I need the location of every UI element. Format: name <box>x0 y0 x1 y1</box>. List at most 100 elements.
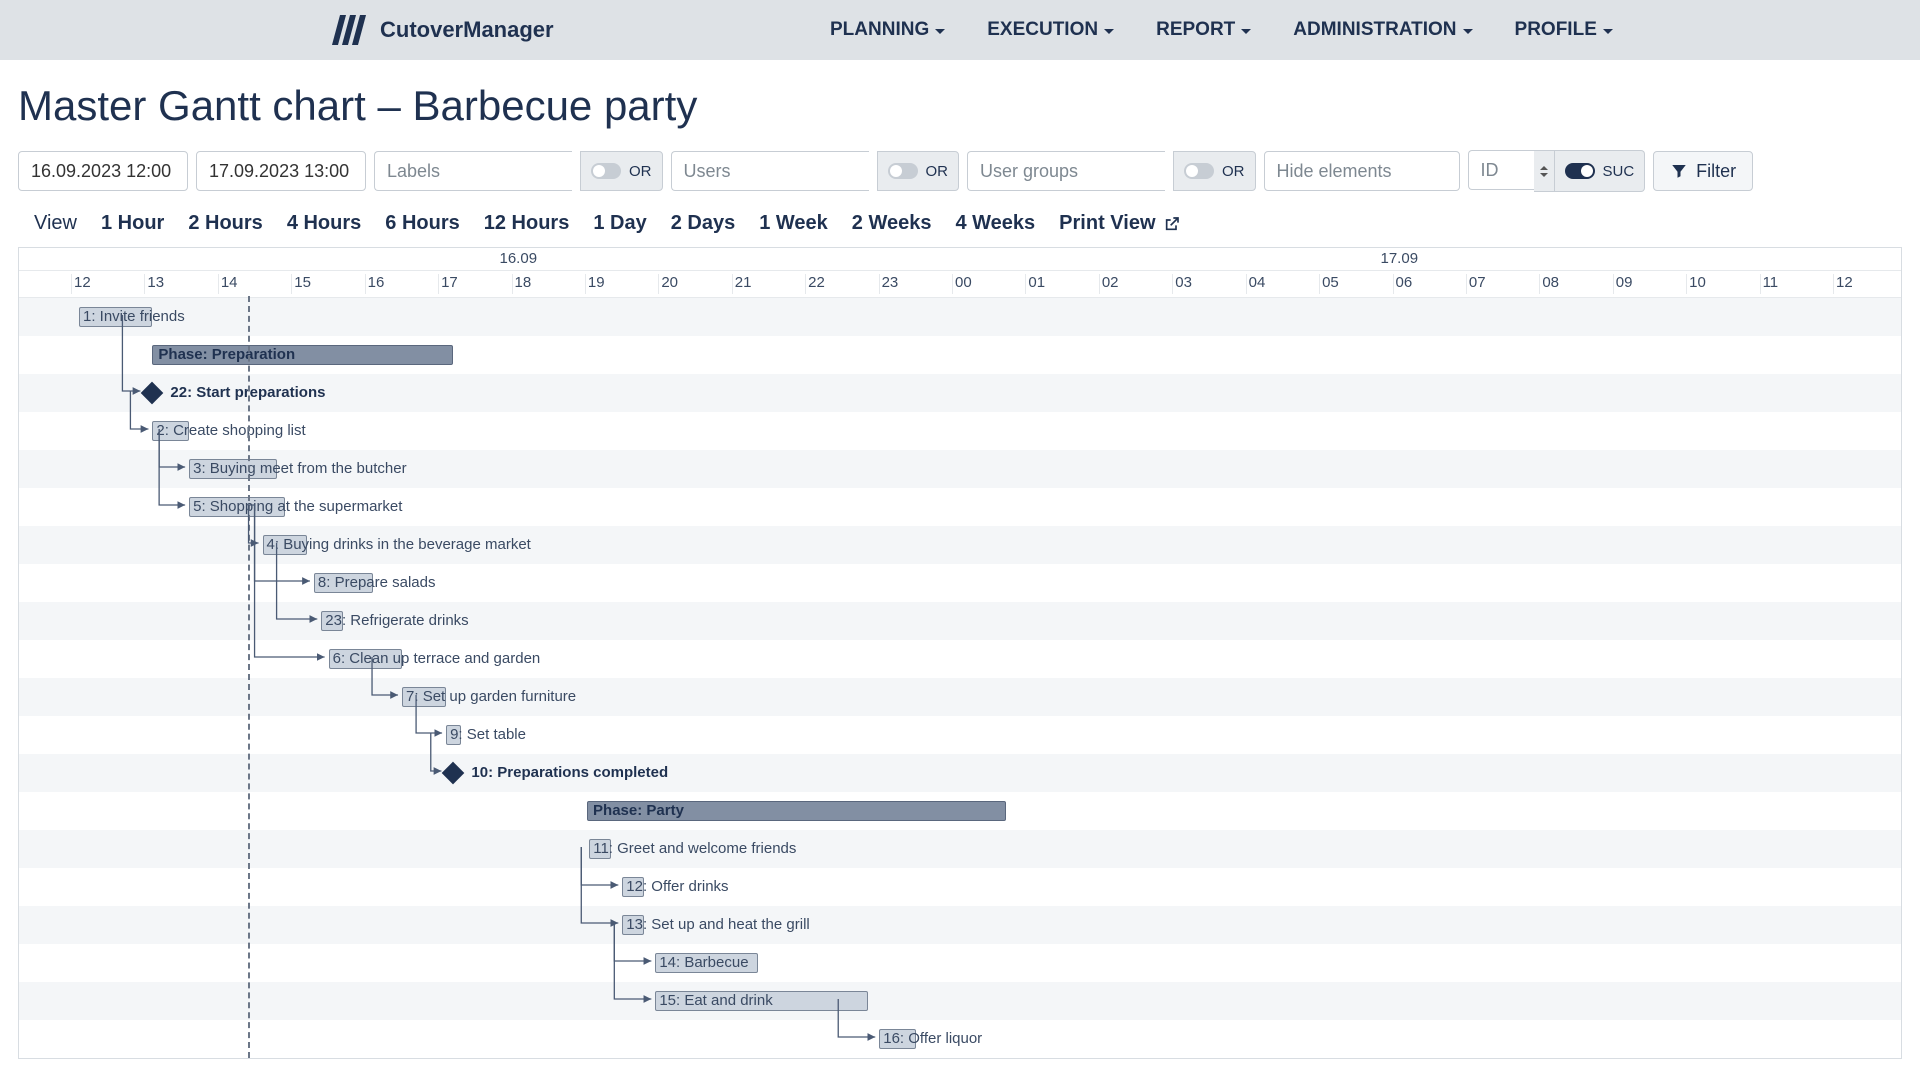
nav-planning[interactable]: PLANNING <box>816 11 959 49</box>
hour-label: 05 <box>1319 274 1339 294</box>
filter-button[interactable]: Filter <box>1653 151 1753 191</box>
nav-administration[interactable]: ADMINISTRATION <box>1279 11 1486 49</box>
filter-bar: OR OR OR SUC Filter <box>0 140 1920 202</box>
gantt-chart[interactable]: 16.0917.09 12131415161718192021222300010… <box>18 247 1902 1059</box>
task-label: 5: Shopping at the supermarket <box>193 498 402 515</box>
hour-label: 04 <box>1246 274 1266 294</box>
hour-label: 12 <box>1833 274 1853 294</box>
hour-label: 02 <box>1099 274 1119 294</box>
gantt-row[interactable]: 9: Set table <box>19 716 1901 754</box>
task-label: 4: Buying drinks in the beverage market <box>267 536 531 553</box>
milestone-icon[interactable] <box>442 762 465 785</box>
hour-label: 15 <box>291 274 311 294</box>
nav-profile[interactable]: PROFILE <box>1501 11 1627 49</box>
groups-or-toggle[interactable]: OR <box>1173 151 1256 191</box>
external-link-icon <box>1164 216 1180 232</box>
gantt-row[interactable]: 16: Offer liquor <box>19 1020 1901 1058</box>
zoom-1h[interactable]: 1 Hour <box>101 212 164 235</box>
gantt-row[interactable]: 13: Set up and heat the grill <box>19 906 1901 944</box>
task-label: 1: Invite friends <box>83 308 185 325</box>
zoom-2w[interactable]: 2 Weeks <box>852 212 932 235</box>
task-label: 6: Clean up terrace and garden <box>333 650 541 667</box>
task-label: 10: Preparations completed <box>471 764 668 781</box>
hide-elements-input[interactable] <box>1264 151 1460 191</box>
chevron-down-icon <box>1463 29 1473 34</box>
task-label: 15: Eat and drink <box>659 992 772 1009</box>
chevron-down-icon <box>1603 29 1613 34</box>
groups-input[interactable] <box>967 151 1165 191</box>
task-label: 7: Set up garden furniture <box>406 688 576 705</box>
task-label: Phase: Party <box>589 802 684 819</box>
gantt-row[interactable]: 22: Start preparations <box>19 374 1901 412</box>
view-bar: View 1 Hour 2 Hours 4 Hours 6 Hours 12 H… <box>0 202 1920 247</box>
top-navbar: CutoverManager PLANNING EXECUTION REPORT… <box>0 0 1920 60</box>
gantt-row[interactable]: 3: Buying meet from the butcher <box>19 450 1901 488</box>
task-label: 11: Greet and welcome friends <box>593 840 796 857</box>
zoom-6h[interactable]: 6 Hours <box>385 212 459 235</box>
nav-report[interactable]: REPORT <box>1142 11 1265 49</box>
nav-execution[interactable]: EXECUTION <box>973 11 1128 49</box>
gantt-row[interactable]: 15: Eat and drink <box>19 982 1901 1020</box>
toggle-icon <box>591 163 621 179</box>
gantt-row[interactable]: 23: Refrigerate drinks <box>19 602 1901 640</box>
gantt-row[interactable]: 8: Prepare salads <box>19 564 1901 602</box>
users-input[interactable] <box>671 151 869 191</box>
hour-label: 03 <box>1172 274 1192 294</box>
task-label: Phase: Preparation <box>154 346 295 363</box>
brand[interactable]: CutoverManager <box>336 13 816 47</box>
gantt-row[interactable]: Phase: Party <box>19 792 1901 830</box>
chevron-down-icon <box>1540 173 1548 177</box>
gantt-row[interactable]: 4: Buying drinks in the beverage market <box>19 526 1901 564</box>
task-label: 13: Set up and heat the grill <box>626 916 809 933</box>
gantt-row[interactable]: 6: Clean up terrace and garden <box>19 640 1901 678</box>
gantt-row[interactable]: 2: Create shopping list <box>19 412 1901 450</box>
milestone-icon[interactable] <box>141 382 164 405</box>
gantt-row[interactable]: 11: Greet and welcome friends <box>19 830 1901 868</box>
labels-input[interactable] <box>374 151 572 191</box>
start-date-input[interactable] <box>18 151 188 191</box>
hour-label: 10 <box>1686 274 1706 294</box>
gantt-row[interactable]: 12: Offer drinks <box>19 868 1901 906</box>
zoom-1d[interactable]: 1 Day <box>593 212 646 235</box>
task-label: 9: Set table <box>450 726 526 743</box>
hour-label: 08 <box>1539 274 1559 294</box>
zoom-12h[interactable]: 12 Hours <box>484 212 570 235</box>
hour-label: 01 <box>1025 274 1045 294</box>
print-view[interactable]: Print View <box>1059 212 1179 235</box>
page-title: Master Gantt chart – Barbecue party <box>0 60 1920 140</box>
labels-or-toggle[interactable]: OR <box>580 151 663 191</box>
toggle-icon <box>1184 163 1214 179</box>
suc-toggle[interactable]: SUC <box>1555 150 1646 192</box>
task-label: 2: Create shopping list <box>156 422 305 439</box>
toggle-icon <box>888 163 918 179</box>
zoom-1w[interactable]: 1 Week <box>759 212 828 235</box>
logo-icon <box>331 13 374 47</box>
task-label: 8: Prepare salads <box>318 574 436 591</box>
chevron-down-icon <box>1104 29 1114 34</box>
gantt-row[interactable]: 5: Shopping at the supermarket <box>19 488 1901 526</box>
zoom-2h[interactable]: 2 Hours <box>188 212 262 235</box>
zoom-4w[interactable]: 4 Weeks <box>955 212 1035 235</box>
hour-label: 22 <box>805 274 825 294</box>
gantt-row[interactable]: 1: Invite friends <box>19 298 1901 336</box>
users-or-toggle[interactable]: OR <box>877 151 960 191</box>
now-indicator <box>248 296 250 1058</box>
gantt-row[interactable]: Phase: Preparation <box>19 336 1901 374</box>
hour-label: 19 <box>585 274 605 294</box>
view-label: View <box>34 212 77 235</box>
id-stepper[interactable] <box>1534 150 1555 192</box>
hour-label: 07 <box>1466 274 1486 294</box>
task-label: 14: Barbecue <box>659 954 748 971</box>
hour-label: 16 <box>365 274 385 294</box>
hour-label: 09 <box>1613 274 1633 294</box>
gantt-row[interactable]: 14: Barbecue <box>19 944 1901 982</box>
gantt-row[interactable]: 10: Preparations completed <box>19 754 1901 792</box>
zoom-4h[interactable]: 4 Hours <box>287 212 361 235</box>
gantt-date-header: 16.0917.09 <box>19 248 1901 271</box>
end-date-input[interactable] <box>196 151 366 191</box>
zoom-2d[interactable]: 2 Days <box>671 212 736 235</box>
gantt-row[interactable]: 7: Set up garden furniture <box>19 678 1901 716</box>
id-input[interactable] <box>1468 150 1534 190</box>
task-label: 12: Offer drinks <box>626 878 728 895</box>
task-label: 3: Buying meet from the butcher <box>193 460 406 477</box>
